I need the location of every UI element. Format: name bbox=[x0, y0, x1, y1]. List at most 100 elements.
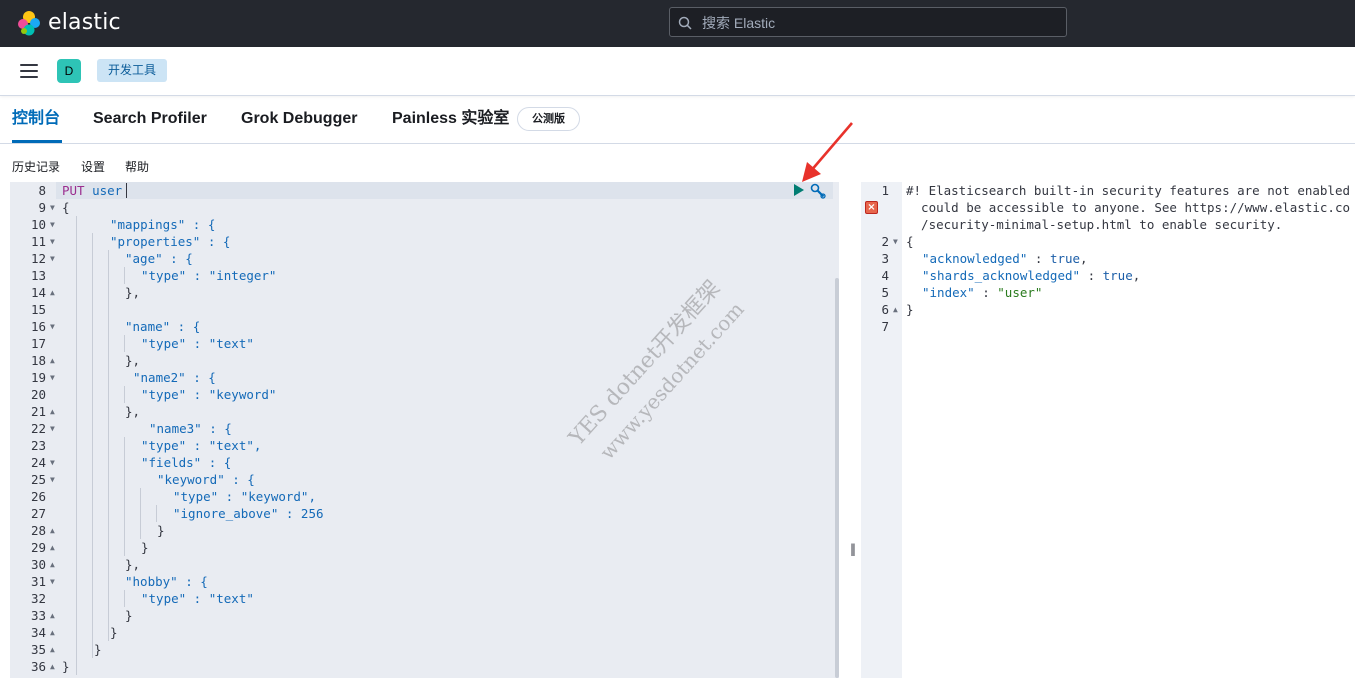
output-line: "index" : "user" bbox=[922, 285, 1043, 300]
line-number: 31 bbox=[30, 574, 46, 589]
request-editor[interactable]: 8 9 10 11 12 13 14 15 16 17 18 19 20 21 … bbox=[10, 182, 839, 678]
top-header: elastic bbox=[0, 0, 1355, 47]
indent-guide bbox=[124, 437, 125, 556]
code-line: }, bbox=[125, 404, 141, 419]
line-number: 23 bbox=[30, 438, 46, 453]
code-line: "type" : "keyword" bbox=[141, 387, 277, 402]
global-search[interactable] bbox=[669, 7, 1067, 37]
active-tab-indicator bbox=[12, 140, 62, 143]
fold-open-icon[interactable]: ▼ bbox=[50, 420, 55, 437]
output-line: "shards_acknowledged" : true, bbox=[922, 268, 1141, 283]
fold-open-icon[interactable]: ▼ bbox=[893, 233, 898, 250]
warning-line: /security-minimal-setup.html to enable s… bbox=[906, 217, 1283, 232]
tab-grok-debugger[interactable]: Grok Debugger bbox=[241, 108, 357, 130]
line-number: 33 bbox=[30, 608, 46, 623]
line-number: 5 bbox=[881, 285, 889, 300]
line-number: 6 bbox=[881, 302, 889, 317]
line-number: 26 bbox=[30, 489, 46, 504]
line-number: 35 bbox=[30, 642, 46, 657]
line-number: 7 bbox=[881, 319, 889, 334]
line-number: 4 bbox=[881, 268, 889, 283]
indent-guide bbox=[124, 386, 125, 403]
indent-guide bbox=[92, 233, 93, 658]
editor-code[interactable]: PUT user { "mappings" : { "properties" :… bbox=[62, 182, 829, 678]
indent-guide bbox=[76, 216, 77, 675]
code-line: } bbox=[62, 659, 70, 674]
line-number: 14 bbox=[30, 285, 46, 300]
fold-open-icon[interactable]: ▼ bbox=[50, 318, 55, 335]
warning-line: could be accessible to anyone. See https… bbox=[906, 200, 1351, 215]
fold-open-icon[interactable]: ▼ bbox=[50, 573, 55, 590]
fold-open-icon[interactable]: ▼ bbox=[50, 216, 55, 233]
line-number: 29 bbox=[30, 540, 46, 555]
fold-open-icon[interactable]: ▼ bbox=[50, 233, 55, 250]
tab-console[interactable]: 控制台 bbox=[12, 108, 60, 130]
annotation-arrow-icon bbox=[802, 122, 853, 182]
line-number: 28 bbox=[30, 523, 46, 538]
code-line: } bbox=[125, 608, 133, 623]
fold-open-icon[interactable]: ▼ bbox=[50, 454, 55, 471]
resize-handle-icon[interactable]: ‖ bbox=[850, 542, 856, 556]
line-number: 16 bbox=[30, 319, 46, 334]
line-number: 12 bbox=[30, 251, 46, 266]
indent-guide bbox=[124, 335, 125, 352]
json-value: true bbox=[1102, 268, 1133, 283]
code-line: } bbox=[141, 540, 149, 555]
code-line: "type" : "text" bbox=[141, 336, 254, 351]
fold-close-icon[interactable]: ▲ bbox=[50, 403, 55, 420]
breadcrumb-dev-tools[interactable]: 开发工具 bbox=[97, 59, 168, 82]
json-value: "user" bbox=[997, 285, 1043, 300]
code-line: }, bbox=[125, 557, 141, 572]
json-key: "acknowledged" bbox=[922, 251, 1028, 266]
indent-guide bbox=[124, 590, 125, 607]
line-number: 21 bbox=[30, 404, 46, 419]
tab-painless-lab[interactable]: Painless 实验室 bbox=[392, 108, 509, 130]
fold-close-icon[interactable]: ▲ bbox=[50, 624, 55, 641]
menu-toggle-icon[interactable] bbox=[20, 64, 38, 78]
line-number: 15 bbox=[30, 302, 46, 317]
fold-open-icon[interactable]: ▼ bbox=[50, 369, 55, 386]
line-number: 17 bbox=[30, 336, 46, 351]
menu-help[interactable]: 帮助 bbox=[125, 158, 149, 175]
fold-close-icon[interactable]: ▲ bbox=[50, 284, 55, 301]
fold-open-icon[interactable]: ▼ bbox=[50, 471, 55, 488]
code-line: } bbox=[94, 642, 102, 657]
fold-close-icon[interactable]: ▲ bbox=[50, 607, 55, 624]
http-method: PUT bbox=[62, 183, 85, 198]
editor-gutter: 8 9 10 11 12 13 14 15 16 17 18 19 20 21 … bbox=[10, 182, 56, 678]
fold-close-icon[interactable]: ▲ bbox=[50, 352, 55, 369]
request-path: user bbox=[92, 183, 123, 198]
json-value: true bbox=[1049, 251, 1081, 266]
code-line: "keyword" : { bbox=[157, 472, 255, 487]
fold-close-icon[interactable]: ▲ bbox=[893, 301, 898, 318]
breadcrumb-bar: D 开发工具 bbox=[0, 47, 1355, 96]
line-number: 18 bbox=[30, 353, 46, 368]
pane-resizer[interactable]: ‖ bbox=[839, 182, 861, 678]
line-number: 2 bbox=[881, 234, 889, 249]
fold-close-icon[interactable]: ▲ bbox=[50, 658, 55, 675]
brand-name[interactable]: elastic bbox=[48, 10, 121, 36]
output-gutter: 1 × 2 3 4 5 6 7 ▼ ▲ bbox=[861, 182, 902, 678]
code-line: "name3" : { bbox=[149, 421, 232, 436]
fold-close-icon[interactable]: ▲ bbox=[50, 641, 55, 658]
tab-search-profiler[interactable]: Search Profiler bbox=[93, 108, 207, 130]
line-number: 22 bbox=[30, 421, 46, 436]
menu-history[interactable]: 历史记录 bbox=[12, 158, 60, 175]
fold-close-icon[interactable]: ▲ bbox=[50, 556, 55, 573]
indent-guide bbox=[108, 250, 109, 641]
code-line: "fields" : { bbox=[141, 455, 232, 470]
menu-settings[interactable]: 设置 bbox=[81, 158, 105, 175]
fold-open-icon[interactable]: ▼ bbox=[50, 250, 55, 267]
space-avatar[interactable]: D bbox=[57, 59, 81, 83]
search-input[interactable] bbox=[700, 11, 1054, 35]
fold-close-icon[interactable]: ▲ bbox=[50, 522, 55, 539]
code-line: }, bbox=[125, 353, 141, 368]
fold-open-icon[interactable]: ▼ bbox=[50, 199, 55, 216]
warning-icon: × bbox=[865, 201, 878, 214]
elastic-logo-icon[interactable] bbox=[17, 10, 41, 36]
fold-close-icon[interactable]: ▲ bbox=[50, 539, 55, 556]
line-number: 34 bbox=[30, 625, 46, 640]
code-line: }, bbox=[125, 285, 141, 300]
line-number: 3 bbox=[881, 251, 889, 266]
code-line: "name2" : { bbox=[133, 370, 216, 385]
